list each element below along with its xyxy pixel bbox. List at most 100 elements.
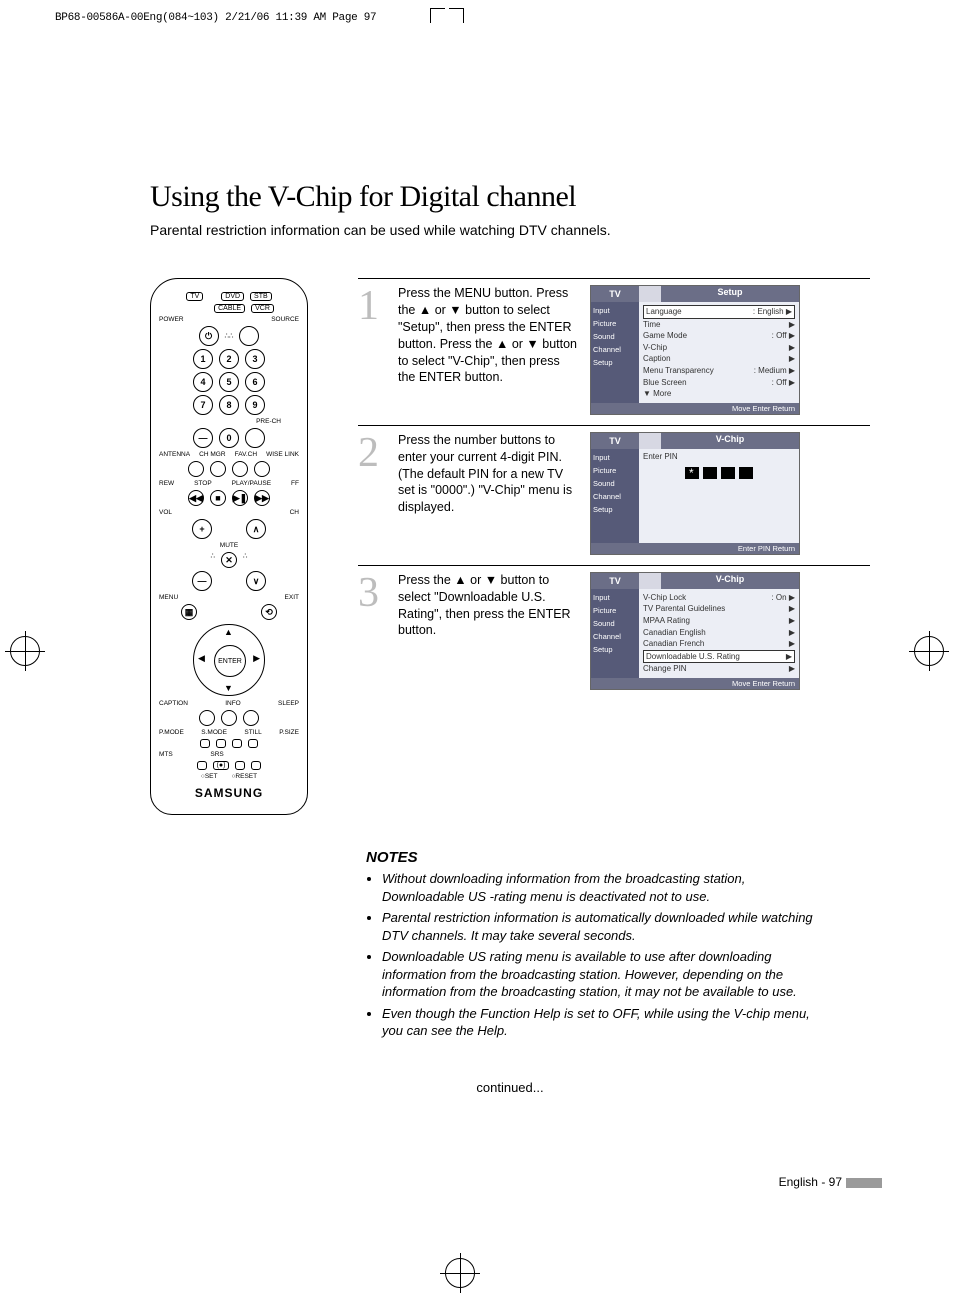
note-3: Downloadable US rating menu is available…	[382, 948, 816, 1001]
step-3: 3 Press the ▲ or ▼ button to select "Dow…	[358, 565, 870, 696]
nav-right-icon: ▶	[253, 653, 260, 664]
vol-up: +	[192, 519, 212, 539]
num-0: 0	[219, 428, 239, 448]
num-4: 4	[193, 372, 213, 392]
val-bluescreen: : Off	[772, 378, 787, 387]
ch-label: CH	[290, 509, 299, 516]
row-gamemode: Game Mode	[643, 330, 687, 342]
mts-button	[197, 761, 207, 770]
osd-vchip-footer: Move Enter Return	[591, 678, 799, 689]
mute-label: MUTE	[159, 542, 299, 549]
row-tvpg: TV Parental Guidelines	[643, 603, 725, 615]
ff-label: FF	[291, 480, 299, 487]
vol-down: —	[192, 571, 212, 591]
osd-tv-tab: TV	[591, 286, 639, 302]
nav-left-icon: ◀	[198, 653, 205, 664]
page-number: English - 97	[779, 1175, 882, 1189]
row-downloadable: Downloadable U.S. Rating	[646, 651, 740, 663]
set-label: SET	[205, 773, 218, 780]
steps-column: 1 Press the MENU button. Press the ▲ or …	[358, 278, 870, 700]
wiselink-label: WISE LINK	[266, 451, 299, 458]
side-setup-3: Setup	[593, 644, 637, 656]
page-subtitle: Parental restriction information can be …	[150, 222, 870, 238]
enter-button: ENTER	[214, 645, 246, 677]
pin-boxes	[643, 467, 795, 479]
row-bluescreen: Blue Screen	[643, 377, 687, 389]
extra2-button	[251, 761, 261, 770]
pin-4	[739, 467, 753, 479]
side-input-3: Input	[593, 592, 637, 604]
print-header: BP68-00586A-00Eng(084~103) 2/21/06 11:39…	[55, 12, 376, 24]
nav-up-icon: ▲	[224, 627, 233, 637]
prech-label: PRE-CH	[159, 418, 299, 425]
row-vchiplock: V-Chip Lock	[643, 592, 686, 604]
menu-label: MENU	[159, 594, 178, 601]
osd-pin-footer: Enter PIN Return	[591, 543, 799, 554]
registration-mark-bottom	[445, 1258, 475, 1288]
step-3-number: 3	[358, 572, 386, 614]
rew-button: ◀◀	[188, 490, 204, 506]
power-label: POWER	[159, 316, 184, 323]
continued-label: continued...	[150, 1080, 870, 1095]
remote-tv-button: TV	[186, 292, 203, 301]
osd-vchip: TV V-Chip Input Picture Sound Channel Se…	[590, 572, 800, 690]
osd-vchip-main: V-Chip Lock: On ▶ TV Parental Guidelines…	[639, 589, 799, 678]
osd-pin-side: Input Picture Sound Channel Setup	[591, 449, 639, 543]
page-number-tab	[846, 1178, 882, 1188]
still-button	[232, 739, 242, 748]
side-picture-2: Picture	[593, 465, 637, 477]
num-2: 2	[219, 349, 239, 369]
osd-pin-tv-tab: TV	[591, 433, 639, 449]
remote-dvd-button: DVD	[221, 292, 244, 301]
note-2: Parental restriction information is auto…	[382, 909, 816, 944]
play-button: ▶❚	[232, 490, 248, 506]
smode-button	[216, 739, 226, 748]
extra1-button	[235, 761, 245, 770]
osd-side-nav: Input Picture Sound Channel Setup	[591, 302, 639, 403]
pin-3	[721, 467, 735, 479]
row-caneng: Canadian English	[643, 627, 706, 639]
exit-button: ⟲	[261, 604, 277, 620]
val-menutrans: : Medium	[754, 366, 787, 375]
power-button: ⏻	[199, 326, 219, 346]
side-sound: Sound	[593, 331, 637, 343]
osd-setup: TV Setup Input Picture Sound Channel Set…	[590, 285, 800, 415]
osd-main-setup: Language: English ▶ Time▶ Game Mode: Off…	[639, 302, 799, 403]
still-label: STILL	[244, 729, 261, 736]
rew-label: REW	[159, 480, 174, 487]
pin-2	[703, 467, 717, 479]
antenna-button	[188, 461, 204, 477]
num-1: 1	[193, 349, 213, 369]
side-setup: Setup	[593, 357, 637, 369]
side-channel-2: Channel	[593, 491, 637, 503]
row-mpaa: MPAA Rating	[643, 615, 690, 627]
row-language: Language	[646, 306, 682, 318]
row-caption: Caption	[643, 353, 671, 365]
caption-button	[199, 710, 215, 726]
antenna-label: ANTENNA	[159, 451, 190, 458]
source-label: SOURCE	[271, 316, 299, 323]
num-9: 9	[245, 395, 265, 415]
registration-mark-left	[10, 636, 40, 666]
ff-button: ▶▶	[254, 490, 270, 506]
dash-button: —	[193, 428, 213, 448]
side-input: Input	[593, 305, 637, 317]
step-2: 2 Press the number buttons to enter your…	[358, 425, 870, 561]
side-sound-2: Sound	[593, 478, 637, 490]
srs-button: (●)	[213, 761, 230, 770]
row-changepin: Change PIN	[643, 663, 687, 675]
nav-down-icon: ▼	[224, 683, 233, 693]
source-button	[239, 326, 259, 346]
notes-section: NOTES Without downloading information fr…	[366, 849, 816, 1040]
step-1-number: 1	[358, 285, 386, 327]
registration-mark-right	[914, 636, 944, 666]
val-language: : English	[753, 307, 784, 316]
notes-heading: NOTES	[366, 849, 816, 866]
enter-pin-label: Enter PIN	[643, 452, 795, 461]
side-sound-3: Sound	[593, 618, 637, 630]
chmgr-button	[210, 461, 226, 477]
stop-button: ■	[210, 490, 226, 506]
num-7: 7	[193, 395, 213, 415]
osd-setup-title: Setup	[661, 286, 799, 302]
playpause-label: PLAY/PAUSE	[232, 480, 272, 487]
